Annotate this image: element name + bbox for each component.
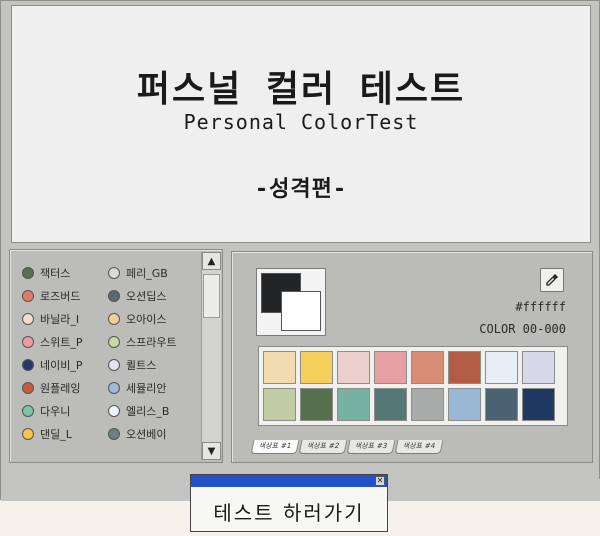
color-list-item[interactable]: 오아이스: [108, 310, 194, 328]
color-list-label: 스위트_P: [40, 336, 83, 349]
dialog-titlebar: ✕: [191, 475, 387, 487]
color-list-label: 로즈버드: [40, 290, 81, 303]
start-test-button[interactable]: 테스트 하러가기: [191, 491, 387, 531]
palette-tab[interactable]: 색상표 #3: [346, 440, 396, 454]
color-swatch[interactable]: [300, 351, 333, 384]
color-list-label: 원플레잉: [40, 382, 81, 395]
hex-value: #ffffff: [515, 300, 566, 314]
color-dot-icon: [22, 290, 34, 302]
color-dot-icon: [108, 382, 120, 394]
color-swatch[interactable]: [448, 388, 481, 421]
color-swatch[interactable]: [411, 388, 444, 421]
color-swatch[interactable]: [522, 351, 555, 384]
color-list-item[interactable]: 스프라우트: [108, 333, 194, 351]
color-list-label: 잭터스: [40, 267, 71, 280]
color-swatch[interactable]: [522, 388, 555, 421]
color-dot-icon: [22, 382, 34, 394]
start-test-dialog: ✕ 테스트 하러가기: [190, 474, 388, 532]
color-list-label: 다우니: [40, 405, 71, 418]
color-list-item[interactable]: 오션딥스: [108, 287, 194, 305]
color-swatch[interactable]: [337, 351, 370, 384]
color-list-label: 댄딜_L: [40, 428, 72, 441]
color-list-item[interactable]: 잭터스: [22, 264, 108, 282]
color-dot-icon: [22, 405, 34, 417]
color-list-item[interactable]: 댄딜_L: [22, 425, 108, 443]
color-list-item[interactable]: 바닐라_I: [22, 310, 108, 328]
color-swatch[interactable]: [411, 351, 444, 384]
color-list-panel: 잭터스 페리_GB 로즈버드 오션딥스바닐라_I 오아이스스위트_P 스프라우트네이비_P…: [9, 249, 223, 463]
color-list-label: 세뮬리안: [126, 382, 167, 395]
swatch-grid: [258, 346, 568, 426]
color-list-label: 네이비_P: [40, 359, 83, 372]
color-list: 잭터스 페리_GB 로즈버드 오션딥스바닐라_I 오아이스스위트_P 스프라우트네이비_P…: [22, 264, 194, 443]
color-list-label: 오션베이: [126, 428, 167, 441]
color-swatch[interactable]: [448, 351, 481, 384]
color-dot-icon: [22, 359, 34, 371]
color-list-label: 오아이스: [126, 313, 167, 326]
color-list-item[interactable]: 로즈버드: [22, 287, 108, 305]
eyedropper-icon: [546, 274, 558, 286]
palette-tabs: 색상표 #1 색상표 #2 색상표 #3 색상표 #4: [250, 440, 444, 454]
color-dot-icon: [22, 428, 34, 440]
color-list-item[interactable]: 원플레잉: [22, 379, 108, 397]
app-window: 퍼스널 컬러 테스트 Personal ColorTest -성격편- 잭터스 페…: [0, 0, 600, 501]
color-list-item[interactable]: 다우니: [22, 402, 108, 420]
color-swatch[interactable]: [300, 388, 333, 421]
color-swatch[interactable]: [485, 351, 518, 384]
color-list-item[interactable]: 네이비_P: [22, 356, 108, 374]
color-list-label: 바닐라_I: [40, 313, 80, 326]
color-list-item[interactable]: 페리_GB: [108, 264, 194, 282]
scroll-thumb[interactable]: [203, 274, 220, 318]
eyedropper-button[interactable]: [540, 268, 564, 292]
palette-panel: #ffffff COLOR 00-000 색상표 #1 색상표 #2 색상표 #3 색…: [231, 251, 593, 463]
close-icon[interactable]: ✕: [375, 476, 385, 486]
color-swatch[interactable]: [263, 388, 296, 421]
color-list-label: 엘리스_B: [126, 405, 170, 418]
color-list-item[interactable]: 세뮬리안: [108, 379, 194, 397]
color-list-item[interactable]: 오션베이: [108, 425, 194, 443]
page-subtitle: Personal ColorTest: [183, 110, 419, 134]
color-dot-icon: [108, 290, 120, 302]
color-dot-icon: [108, 428, 120, 440]
scroll-up-button[interactable]: ▲: [202, 252, 221, 270]
palette-tab[interactable]: 색상표 #2: [298, 440, 348, 454]
edition-label: -성격편-: [254, 177, 348, 202]
color-swatch[interactable]: [263, 351, 296, 384]
color-dot-icon: [108, 336, 120, 348]
color-list-item[interactable]: 퀼트스: [108, 356, 194, 374]
color-dot-icon: [108, 313, 120, 325]
scroll-down-button[interactable]: ▼: [202, 442, 221, 460]
color-preview: [256, 268, 326, 336]
color-swatch[interactable]: [374, 351, 407, 384]
palette-tab[interactable]: 색상표 #4: [394, 440, 443, 454]
color-dot-icon: [22, 336, 34, 348]
color-swatch[interactable]: [337, 388, 370, 421]
color-list-label: 스프라우트: [126, 336, 177, 349]
color-swatch[interactable]: [485, 388, 518, 421]
palette-tab[interactable]: 색상표 #1: [250, 440, 300, 454]
color-list-label: 퀼트스: [126, 359, 157, 372]
color-dot-icon: [22, 313, 34, 325]
color-dot-icon: [108, 267, 120, 279]
background-color-swatch[interactable]: [281, 291, 321, 331]
list-scrollbar[interactable]: ▲ ▼: [201, 252, 221, 460]
color-list-label: 오션딥스: [126, 290, 167, 303]
color-list-item[interactable]: 스위트_P: [22, 333, 108, 351]
color-dot-icon: [108, 359, 120, 371]
title-panel: 퍼스널 컬러 테스트 Personal ColorTest -성격편-: [11, 5, 591, 243]
color-code: COLOR 00-000: [479, 322, 566, 336]
color-dot-icon: [108, 405, 120, 417]
color-list-item[interactable]: 엘리스_B: [108, 402, 194, 420]
page-title: 퍼스널 컬러 테스트: [136, 69, 466, 110]
color-swatch[interactable]: [374, 388, 407, 421]
color-dot-icon: [22, 267, 34, 279]
color-list-label: 페리_GB: [126, 267, 168, 280]
